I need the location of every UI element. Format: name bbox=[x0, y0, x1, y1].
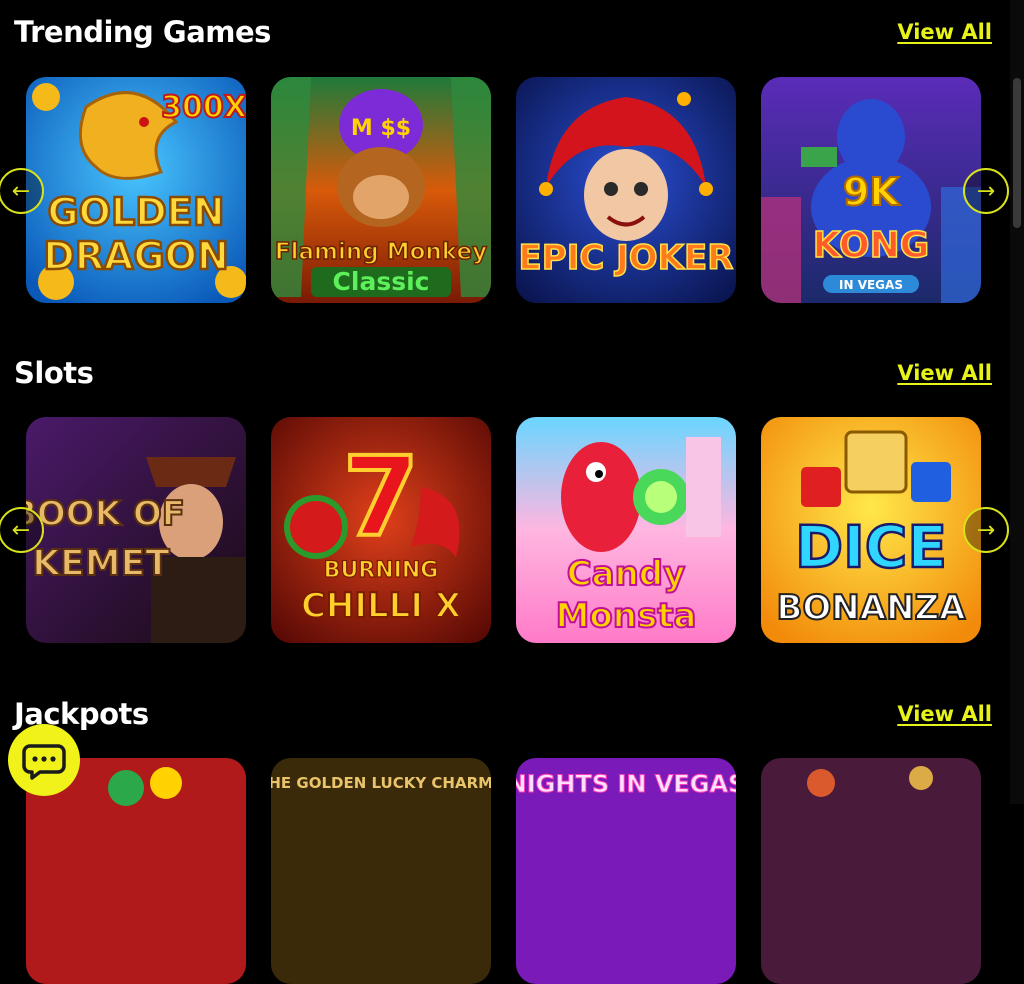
dice-bonanza-art: DICE BONANZA bbox=[761, 417, 981, 643]
game-card-burning-chilli-x[interactable]: 7 BURNING CHILLI X bbox=[271, 417, 491, 643]
carousel-prev-button[interactable]: ← bbox=[0, 168, 44, 214]
game-title-line1: Flaming Monkey bbox=[275, 239, 487, 265]
arrow-left-icon: ← bbox=[11, 179, 31, 204]
game-badge: 7 bbox=[343, 433, 420, 561]
game-title-line1: DICE bbox=[795, 513, 947, 581]
game-badge: M $$ bbox=[351, 116, 411, 141]
game-card-epic-joker[interactable]: EPIC JOKER bbox=[516, 77, 736, 303]
game-title-line1: GOLDEN bbox=[47, 190, 224, 234]
jackpot-4-art bbox=[761, 758, 981, 984]
game-card-flaming-monkey[interactable]: M $$ Flaming Monkey Classic bbox=[271, 77, 491, 303]
game-title-line2: KEMET bbox=[32, 543, 170, 584]
carousel-prev-button[interactable]: ← bbox=[0, 507, 44, 553]
game-title-line1: Candy bbox=[567, 554, 686, 594]
book-of-kemet-art: BOOK OF KEMET bbox=[26, 417, 246, 643]
carousel-next-button[interactable]: → bbox=[963, 507, 1009, 553]
epic-joker-art: EPIC JOKER bbox=[516, 77, 736, 303]
kong-in-vegas-art: 9K KONG IN VEGAS bbox=[761, 77, 981, 303]
view-all-link[interactable]: View All bbox=[897, 700, 992, 728]
game-title-line1: BURNING bbox=[324, 558, 439, 583]
chat-bubble-icon bbox=[22, 744, 66, 780]
page-scrollbar[interactable] bbox=[1010, 0, 1024, 804]
game-title-line1: NIGHTS IN VEGAS bbox=[516, 770, 736, 798]
game-title-line2: BONANZA bbox=[776, 588, 966, 628]
arrow-right-icon: → bbox=[976, 518, 996, 543]
game-title-line1: EPIC JOKER bbox=[519, 238, 734, 278]
game-card-candy-monsta[interactable]: Candy Monsta bbox=[516, 417, 736, 643]
golden-dragon-art: 300X GOLDEN DRAGON bbox=[26, 77, 246, 303]
arrow-right-icon: → bbox=[976, 179, 996, 204]
scrollbar-thumb[interactable] bbox=[1013, 78, 1021, 228]
view-all-link[interactable]: View All bbox=[897, 359, 992, 387]
flaming-monkey-art: M $$ Flaming Monkey Classic bbox=[271, 77, 491, 303]
game-title-line2: DRAGON bbox=[43, 234, 229, 278]
arrow-left-icon: ← bbox=[11, 518, 31, 543]
golden-lucky-charms-art: THE GOLDEN LUCKY CHARMS bbox=[271, 758, 491, 984]
game-card-book-of-kemet[interactable]: BOOK OF KEMET bbox=[26, 417, 246, 643]
chat-button[interactable] bbox=[8, 724, 80, 796]
carousel-next-button[interactable]: → bbox=[963, 168, 1009, 214]
candy-monsta-art: Candy Monsta bbox=[516, 417, 736, 643]
game-title-line1: BOOK OF bbox=[26, 494, 185, 534]
burning-chilli-art: 7 BURNING CHILLI X bbox=[271, 417, 491, 643]
game-title-line1: KONG bbox=[813, 225, 930, 266]
game-title-line2: Monsta bbox=[556, 596, 697, 636]
game-card-golden-dragon[interactable]: 300X GOLDEN DRAGON bbox=[26, 77, 246, 303]
section-title: Slots bbox=[14, 356, 94, 390]
game-card-golden-lucky-charms[interactable]: THE GOLDEN LUCKY CHARMS bbox=[271, 758, 491, 984]
game-title-line1: THE GOLDEN LUCKY CHARMS bbox=[271, 774, 491, 792]
nights-in-vegas-art: NIGHTS IN VEGAS bbox=[516, 758, 736, 984]
game-badge: 300X bbox=[161, 90, 246, 125]
game-badge: 9K bbox=[843, 170, 900, 214]
game-title-line2: Classic bbox=[333, 267, 430, 296]
game-title-line2: IN VEGAS bbox=[839, 278, 903, 292]
game-card-jackpot-4[interactable] bbox=[761, 758, 981, 984]
game-card-nights-in-vegas[interactable]: NIGHTS IN VEGAS bbox=[516, 758, 736, 984]
game-title-line2: CHILLI X bbox=[301, 586, 461, 626]
game-card-dice-bonanza[interactable]: DICE BONANZA bbox=[761, 417, 981, 643]
view-all-link[interactable]: View All bbox=[897, 18, 992, 46]
game-card-kong-in-vegas[interactable]: 9K KONG IN VEGAS bbox=[761, 77, 981, 303]
section-title: Trending Games bbox=[14, 15, 271, 49]
